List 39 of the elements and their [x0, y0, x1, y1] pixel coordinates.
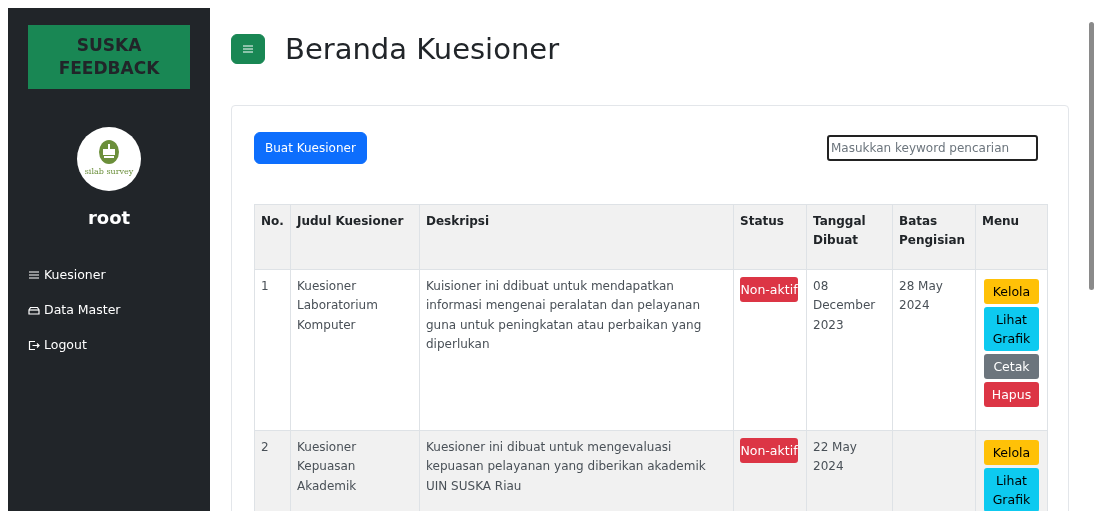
column-header: Status	[733, 204, 807, 270]
page-title: Beranda Kuesioner	[285, 32, 560, 67]
status-badge: Non-aktif	[740, 276, 798, 302]
column-header: Judul Kuesioner	[290, 204, 420, 270]
status-badge: Non-aktif	[740, 437, 798, 463]
table-cell: 1	[254, 269, 291, 431]
scrollbar-thumb[interactable]	[1089, 22, 1094, 290]
column-header: Menu	[975, 204, 1048, 270]
action-button[interactable]: Hapus	[984, 381, 1039, 407]
table-cell: Kuesioner Laboratorium Komputer	[290, 269, 420, 431]
table-cell: Kuesioner Kepuasan Akademik	[290, 430, 420, 511]
table-cell: 28 May 2024	[892, 269, 976, 431]
menu-icon	[243, 45, 253, 54]
table-cell: Kuisioner ini ddibuat untuk mendapatkan informasi mengenai peralatan dan pelayanan guna untuk peningkatan atau perbaikan yang diperlukan	[419, 269, 734, 431]
table-cell: 2	[254, 430, 291, 511]
drawer-icon	[28, 304, 40, 317]
sidebar-link[interactable]: Data Master	[28, 300, 121, 320]
logo-caption: silab survey	[84, 166, 134, 178]
list-icon	[28, 269, 40, 282]
user-name: root	[86, 206, 132, 230]
create-button[interactable]: Buat Kuesioner	[254, 131, 367, 164]
sidebar-link[interactable]: Kuesioner	[28, 266, 106, 285]
table-cell: 08 December 2023	[806, 269, 893, 431]
search-field[interactable]: Masukkan keyword pencarian	[827, 134, 1038, 161]
column-header: Batas Pengisian	[892, 204, 976, 270]
menu-toggle-button[interactable]	[231, 34, 265, 65]
table-cell: Kuesioner ini dibuat untuk mengevaluasi kepuasan pelayanan yang diberikan akademik UIN SUSKA Riau	[419, 430, 734, 511]
action-button[interactable]: Lihat Grafik	[984, 467, 1039, 511]
brand-logo: SUSKA FEEDBACK	[28, 25, 190, 89]
column-header: Tanggal Dibuat	[806, 204, 893, 270]
column-header: No.	[254, 204, 291, 270]
action-button[interactable]: Lihat Grafik	[984, 306, 1039, 351]
action-button[interactable]: Kelola	[984, 439, 1039, 465]
action-button[interactable]: Cetak	[984, 353, 1039, 379]
sidebar-link[interactable]: Logout	[28, 335, 87, 355]
action-button[interactable]: Kelola	[984, 278, 1039, 304]
table-cell: 22 May 2024	[806, 430, 893, 511]
logout-icon	[28, 338, 40, 351]
column-header: Deskripsi	[419, 204, 734, 270]
